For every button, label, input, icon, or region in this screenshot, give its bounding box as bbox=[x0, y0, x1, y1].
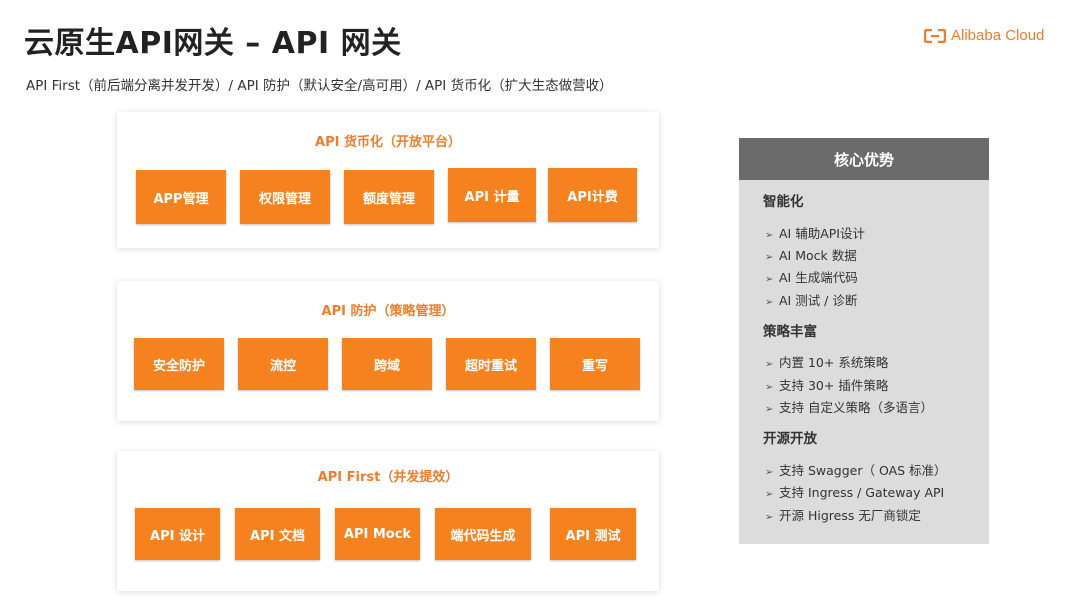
arrow-bullet-icon: ➢ bbox=[765, 512, 774, 523]
arrow-bullet-icon: ➢ bbox=[765, 252, 774, 263]
arrow-bullet-icon: ➢ bbox=[765, 297, 774, 308]
box-cors: 跨域 bbox=[342, 338, 432, 390]
arrow-bullet-icon: ➢ bbox=[765, 489, 774, 500]
page-title: 云原生API网关 – API 网关 bbox=[24, 26, 402, 61]
list-item: ➢ AI Mock 数据 bbox=[765, 248, 857, 263]
panel-title: API 防护（策略管理） bbox=[321, 304, 455, 319]
box-code-generation: 端代码生成 bbox=[435, 508, 531, 560]
panel-api-first: API First（并发提效） API 设计 API 文档 API Mock 端… bbox=[117, 451, 659, 591]
box-api-testing: API 测试 bbox=[550, 508, 636, 560]
box-rate-limiting: 流控 bbox=[238, 338, 328, 390]
list-item: ➢ AI 辅助API设计 bbox=[765, 226, 865, 241]
box-permission-management: 权限管理 bbox=[240, 170, 330, 224]
section-title-rich-policies: 策略丰富 bbox=[763, 324, 817, 340]
alibaba-cloud-logo: Alibaba Cloud bbox=[924, 27, 1044, 44]
alibaba-cloud-logo-icon bbox=[924, 28, 946, 43]
box-security-protection: 安全防护 bbox=[134, 338, 224, 390]
arrow-bullet-icon: ➢ bbox=[765, 274, 774, 285]
arrow-bullet-icon: ➢ bbox=[765, 467, 774, 478]
arrow-bullet-icon: ➢ bbox=[765, 230, 774, 241]
list-item: ➢ 内置 10+ 系统策略 bbox=[765, 355, 889, 370]
core-advantages-header: 核心优势 bbox=[739, 138, 989, 180]
arrow-bullet-icon: ➢ bbox=[765, 404, 774, 415]
box-rewrite: 重写 bbox=[550, 338, 640, 390]
box-api-metering: API 计量 bbox=[448, 168, 536, 222]
arrow-bullet-icon: ➢ bbox=[765, 359, 774, 370]
page-subtitle: API First（前后端分离并发开发）/ API 防护（默认安全/高可用）/ … bbox=[26, 78, 613, 94]
box-timeout-retry: 超时重试 bbox=[446, 338, 536, 390]
section-title-intelligence: 智能化 bbox=[763, 194, 804, 210]
list-item: ➢ 开源 Higress 无厂商锁定 bbox=[765, 508, 921, 523]
core-advantages-panel: 核心优势 智能化 ➢ AI 辅助API设计 ➢ AI Mock 数据 ➢ AI 生成端… bbox=[739, 138, 989, 544]
list-item: ➢ AI 生成端代码 bbox=[765, 270, 858, 285]
list-item: ➢ 支持 Swagger（ OAS 标准） bbox=[765, 463, 947, 478]
list-item: ➢ 支持 自定义策略（多语言） bbox=[765, 400, 933, 415]
list-item: ➢ 支持 Ingress / Gateway API bbox=[765, 485, 945, 500]
box-api-mock: API Mock bbox=[335, 508, 420, 560]
box-api-billing: API计费 bbox=[548, 168, 637, 222]
logo-text: Alibaba Cloud bbox=[951, 27, 1045, 44]
arrow-bullet-icon: ➢ bbox=[765, 382, 774, 393]
list-item: ➢ AI 测试 / 诊断 bbox=[765, 293, 858, 308]
panel-title: API 货币化（开放平台） bbox=[315, 135, 461, 150]
box-api-docs: API 文档 bbox=[235, 508, 320, 560]
box-quota-management: 额度管理 bbox=[344, 170, 434, 224]
box-app-management: APP管理 bbox=[136, 170, 226, 224]
list-item: ➢ 支持 30+ 插件策略 bbox=[765, 378, 889, 393]
section-title-open-source: 开源开放 bbox=[763, 431, 817, 447]
panel-api-protection: API 防护（策略管理） 安全防护 流控 跨域 超时重试 重写 bbox=[117, 281, 659, 421]
box-api-design: API 设计 bbox=[135, 508, 220, 560]
panel-api-monetization: API 货币化（开放平台） APP管理 权限管理 额度管理 API 计量 API… bbox=[117, 112, 659, 248]
panel-title: API First（并发提效） bbox=[317, 470, 459, 485]
